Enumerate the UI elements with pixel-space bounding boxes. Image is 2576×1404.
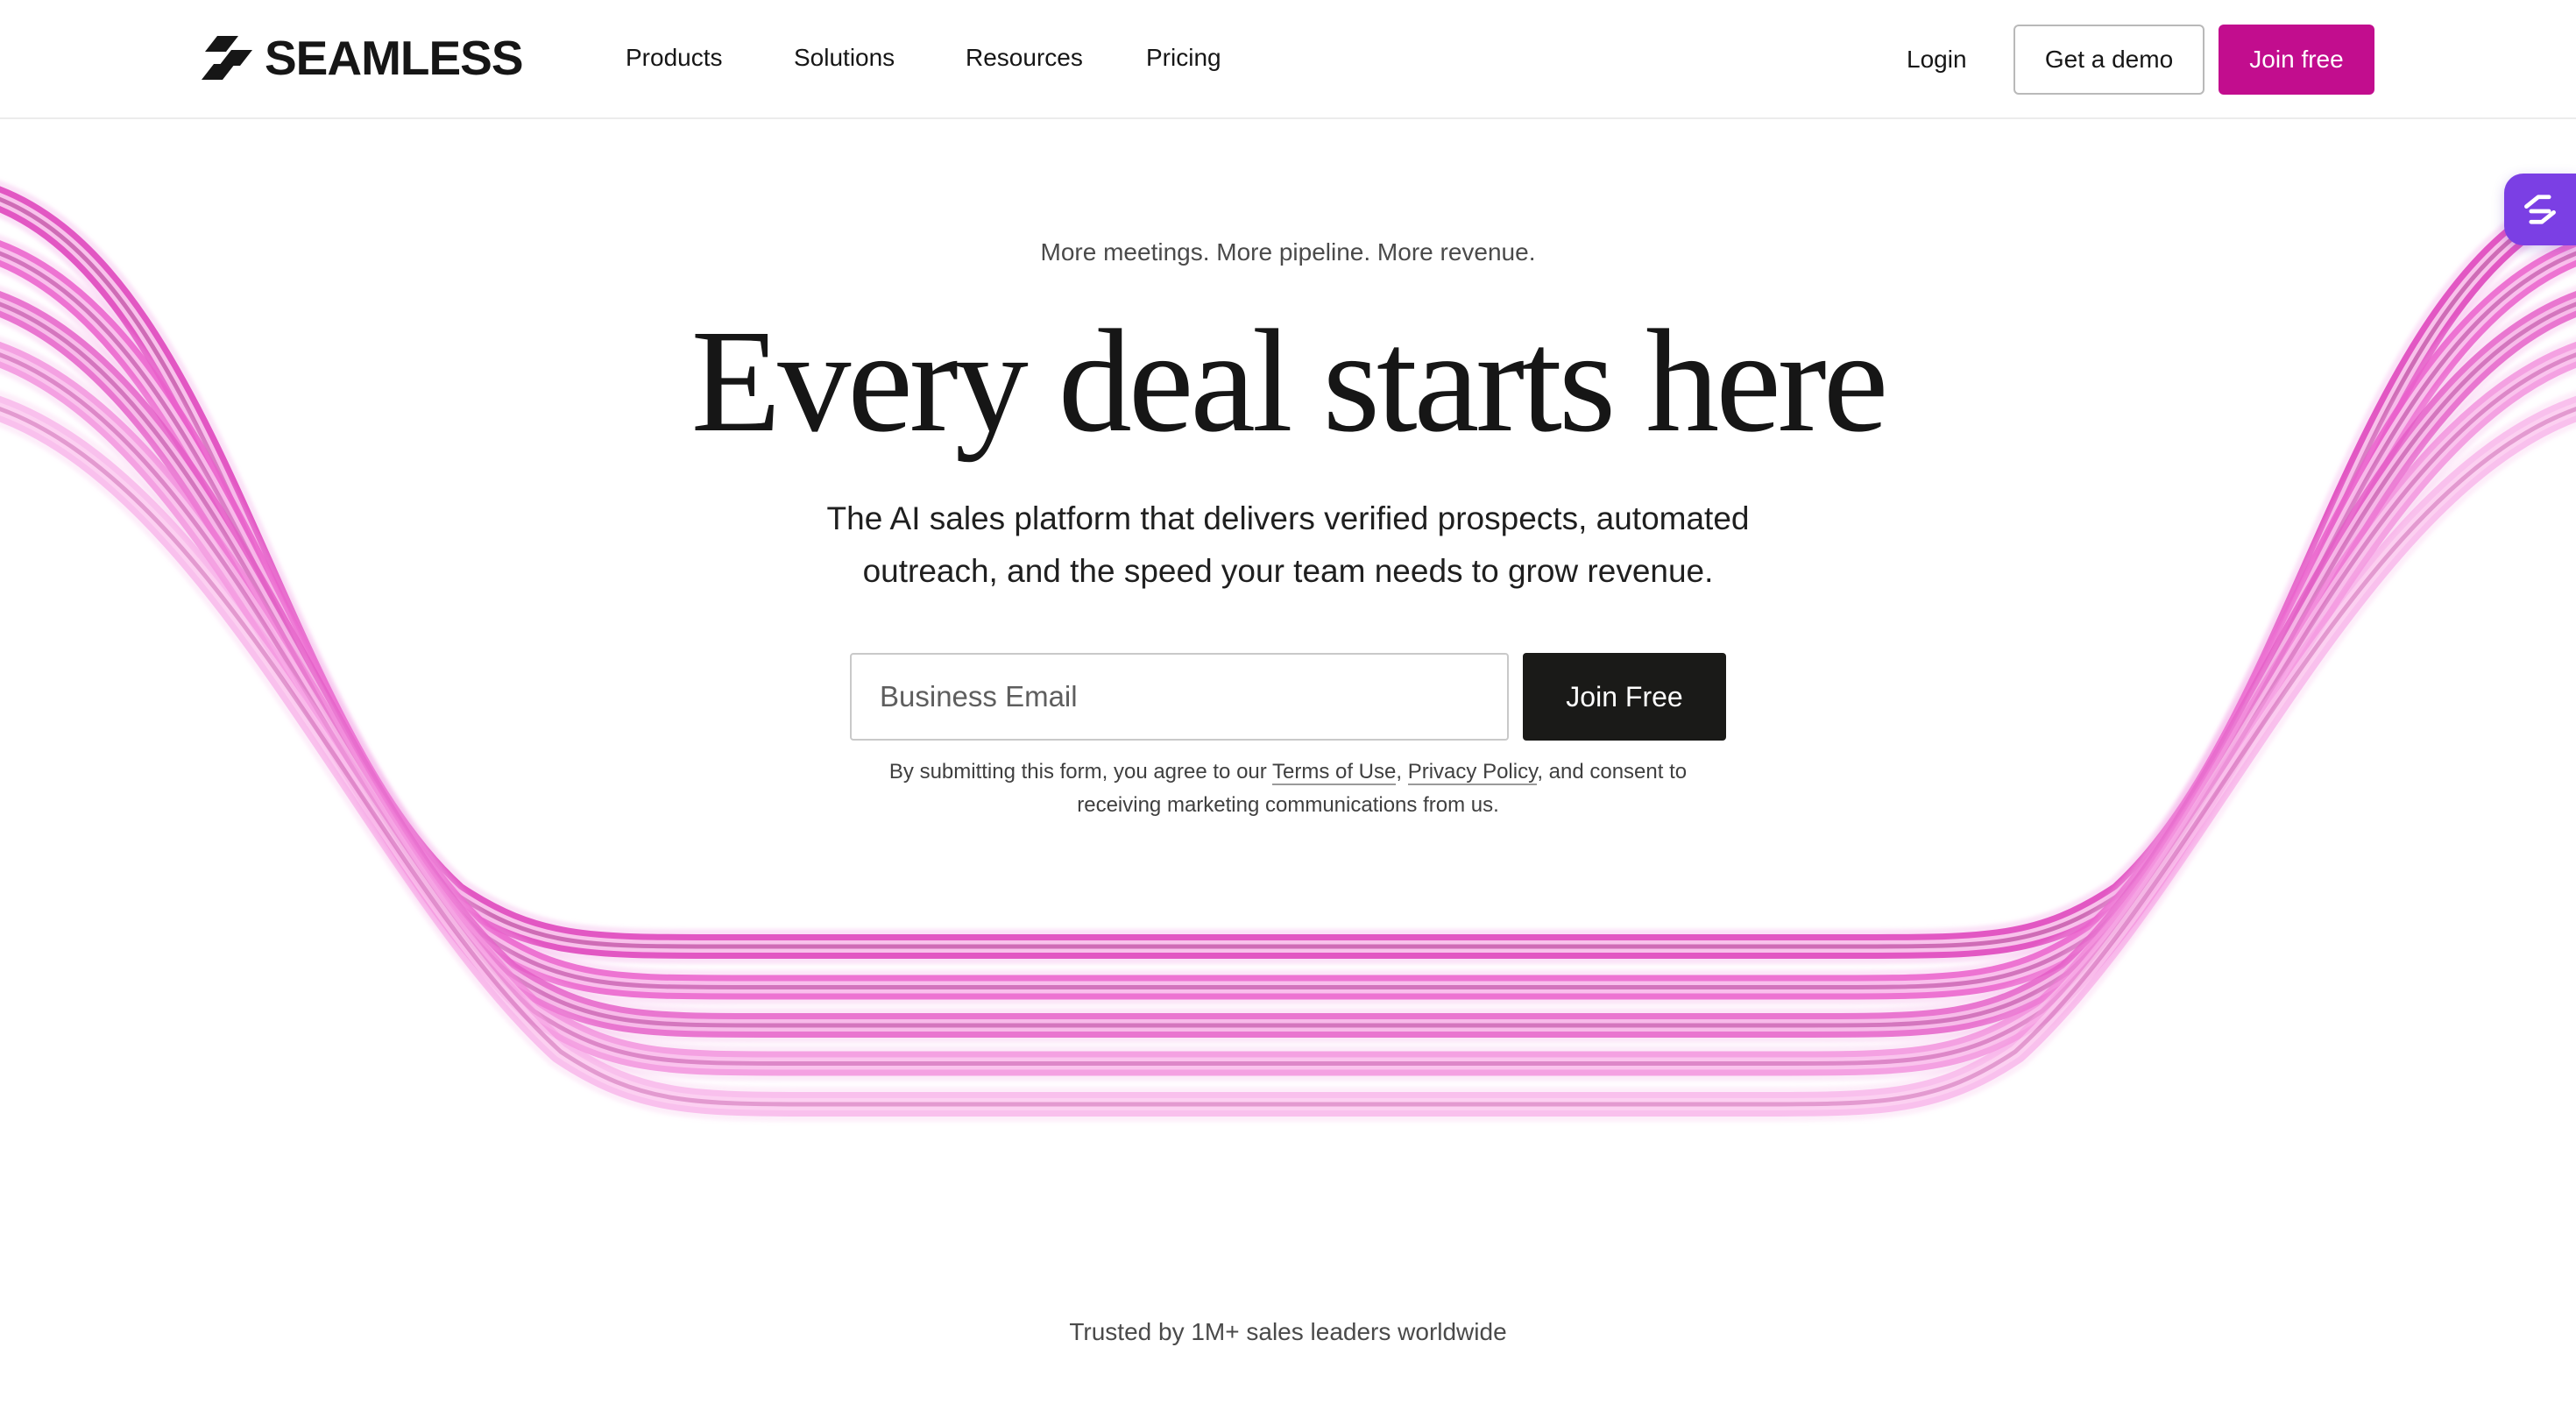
- hero-eyebrow: More meetings. More pipeline. More reven…: [1040, 238, 1536, 266]
- logo-wordmark: SEAMLESS: [265, 30, 524, 85]
- legal-prefix: By submitting this form, you agree to ou…: [888, 760, 1272, 784]
- nav-item-pricing[interactable]: Pricing: [1146, 40, 1221, 75]
- terms-of-use-link[interactable]: Terms of Use: [1272, 760, 1397, 785]
- nav-item-resources[interactable]: Resources: [966, 40, 1083, 75]
- get-a-demo-button[interactable]: Get a demo: [2013, 25, 2204, 95]
- site-header: SEAMLESS Products Solutions Resources Pr…: [0, 0, 2576, 119]
- hero-subline: The AI sales platform that delivers veri…: [826, 500, 1750, 589]
- hero-headline: Every deal starts here: [690, 300, 1889, 463]
- seamless-widget-icon: [2524, 195, 2556, 224]
- nav-item-solutions[interactable]: Solutions: [794, 40, 895, 75]
- seamless-logo-icon: [202, 36, 252, 80]
- nav-item-products[interactable]: Products: [626, 40, 723, 75]
- legal-separator: ,: [1396, 760, 1408, 784]
- floating-widget-button[interactable]: [2504, 174, 2576, 245]
- join-free-submit-button[interactable]: Join Free: [1523, 653, 1726, 741]
- login-link[interactable]: Login: [1907, 42, 1967, 77]
- logo-link[interactable]: SEAMLESS: [200, 30, 524, 85]
- legal-disclaimer: By submitting this form, you agree to ou…: [867, 755, 1709, 822]
- join-free-header-button[interactable]: Join free: [2219, 25, 2374, 95]
- business-email-input[interactable]: [850, 653, 1509, 741]
- privacy-policy-link[interactable]: Privacy Policy: [1407, 760, 1538, 785]
- trusted-by-text: Trusted by 1M+ sales leaders worldwide: [1069, 1318, 1507, 1345]
